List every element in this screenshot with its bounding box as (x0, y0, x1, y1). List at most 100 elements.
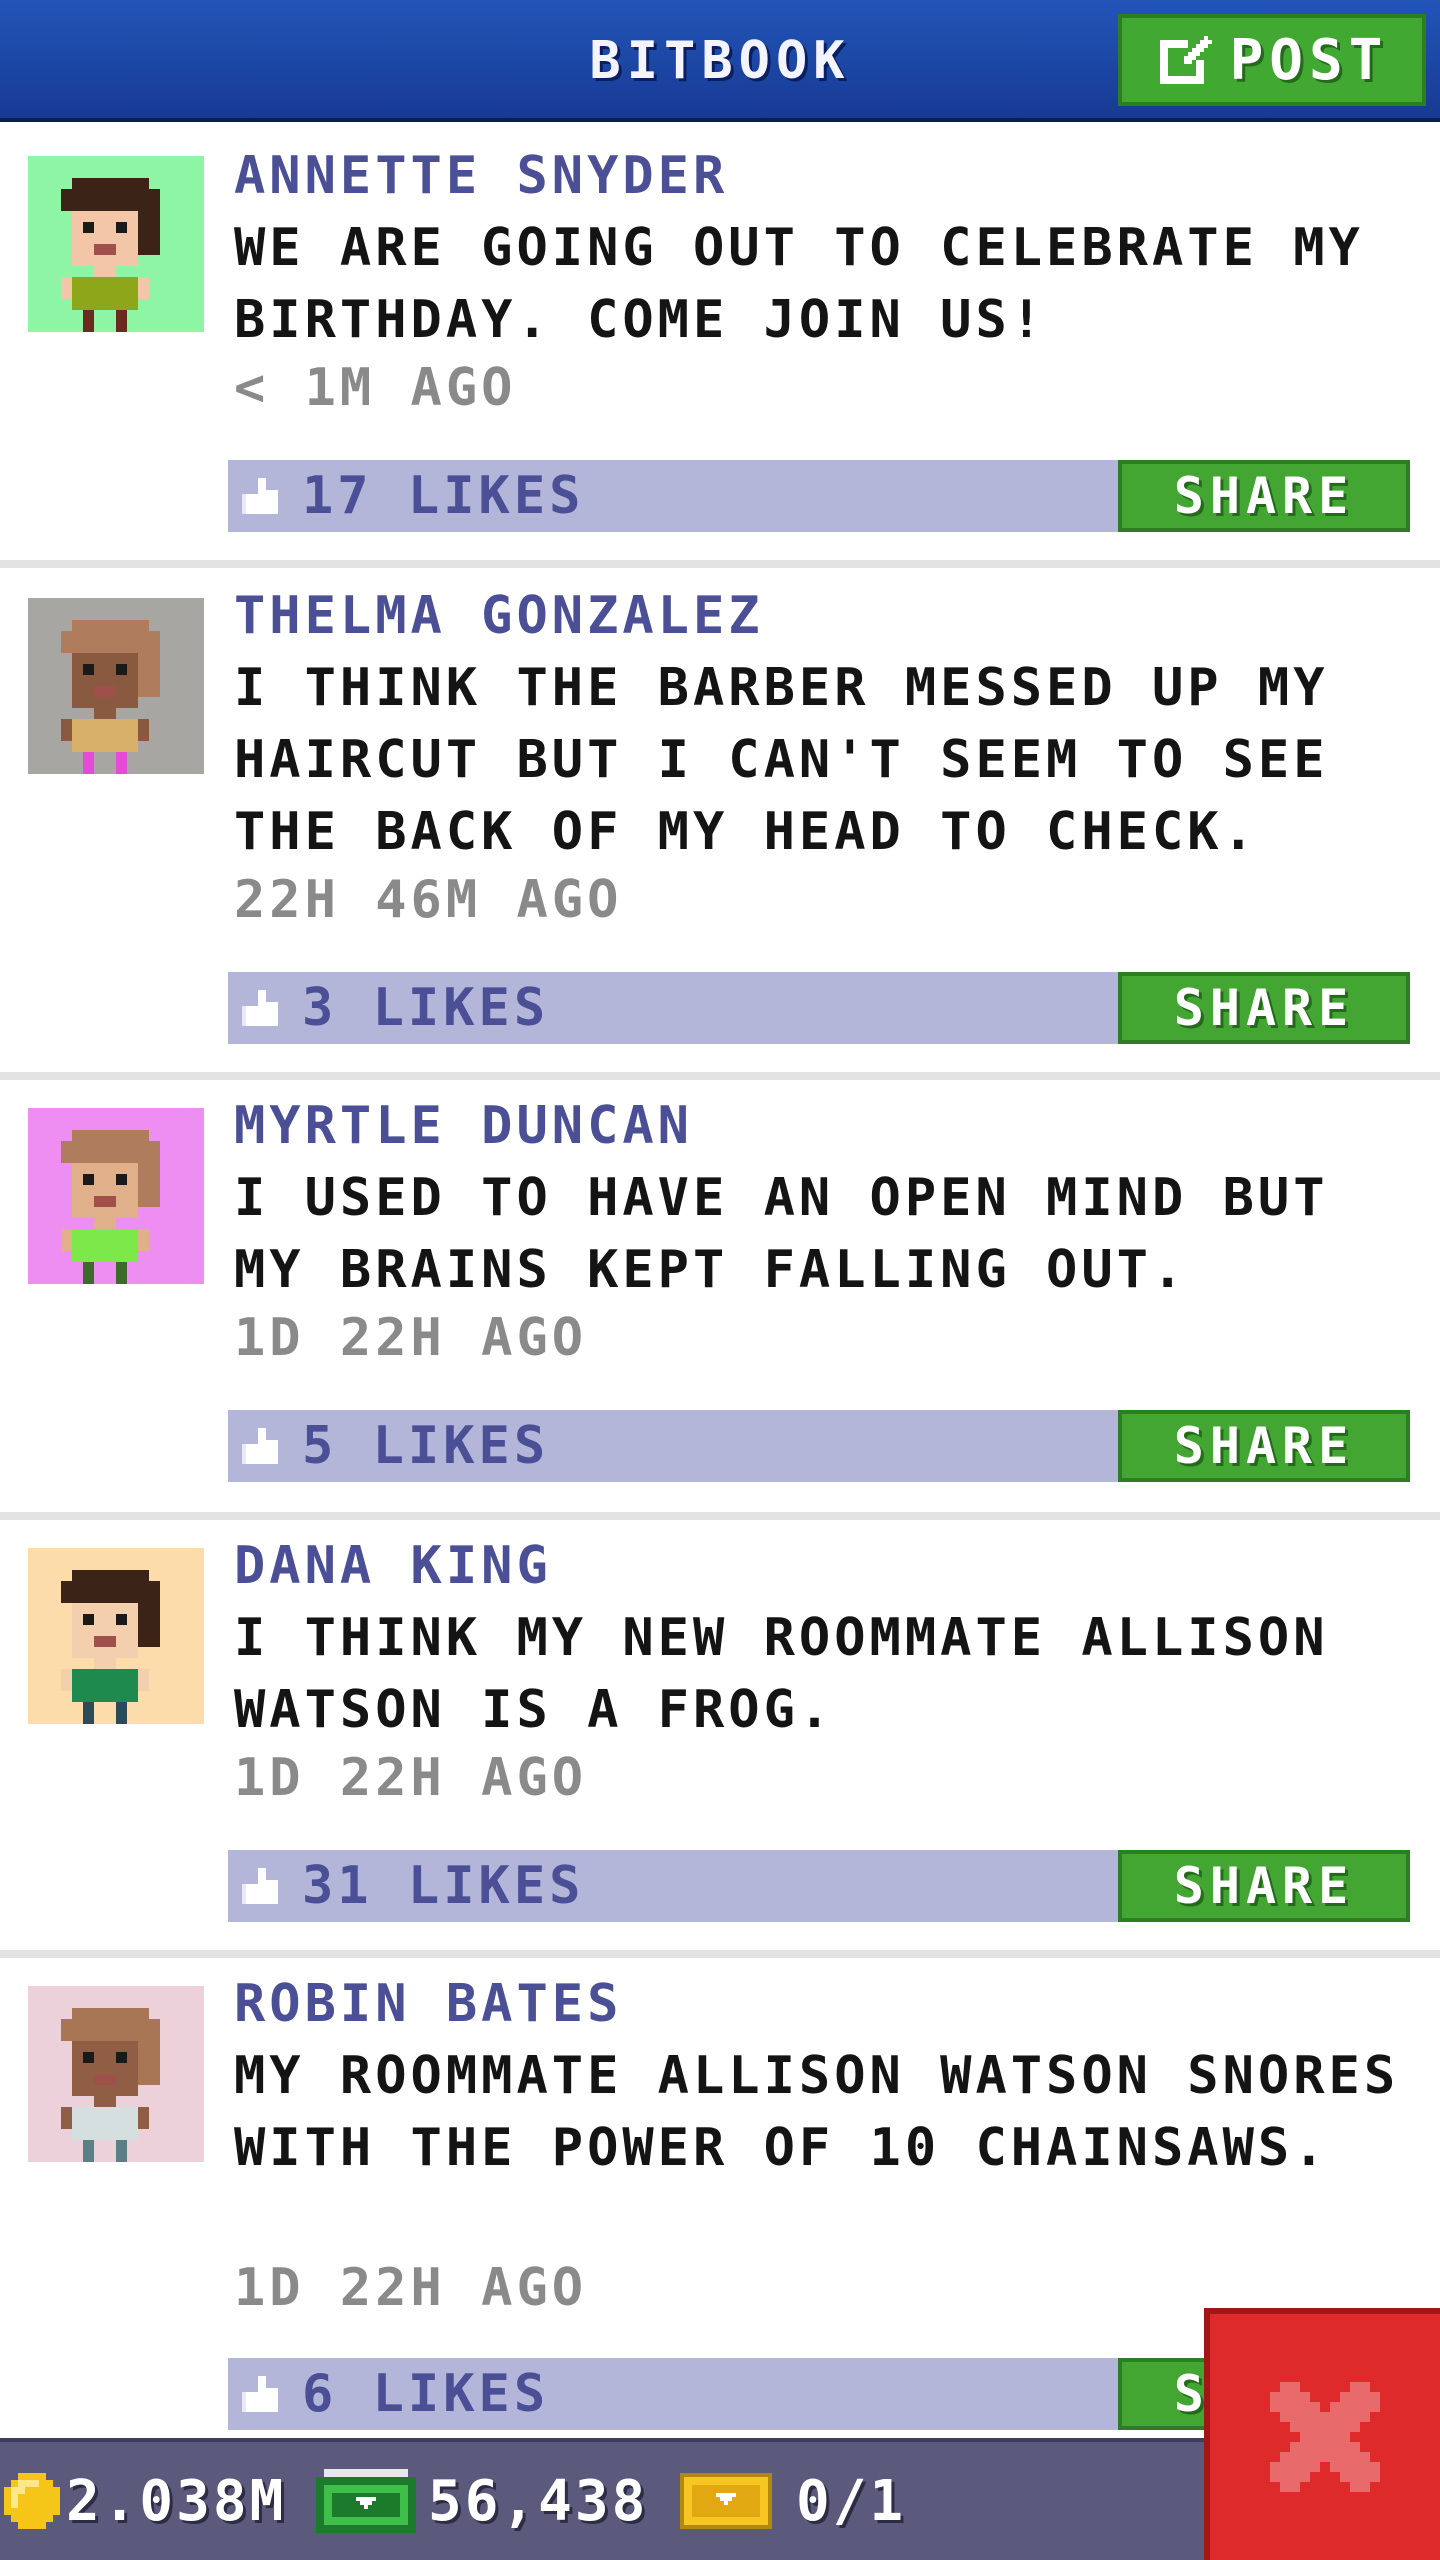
share-button[interactable]: SHARE (1118, 460, 1410, 532)
cash-icon (316, 2469, 416, 2533)
avatar-hair (72, 2008, 149, 2019)
feed-post: ANNETTE SNYDER WE ARE GOING OUT TO CELEB… (0, 122, 1440, 560)
avatar-arm (61, 1669, 72, 1691)
avatar-leg (116, 1702, 127, 1724)
share-button[interactable]: SHARE (1118, 1410, 1410, 1482)
feed-post: DANA KING I THINK MY NEW ROOMMATE ALLISO… (0, 1520, 1440, 1950)
avatar-eye (83, 222, 94, 233)
cash-stat: 56,438 (316, 2442, 648, 2560)
avatar-hair (138, 1603, 160, 1647)
avatar-eye (83, 1614, 94, 1625)
avatar-arm (61, 277, 72, 299)
post-button[interactable]: POST (1118, 14, 1426, 106)
avatar-mouth (94, 2074, 116, 2085)
post-author[interactable]: DANA KING (234, 1536, 552, 1596)
share-button[interactable]: SHARE (1118, 972, 1410, 1044)
post-divider (0, 560, 1440, 568)
ticket-icon (680, 2473, 772, 2529)
avatar-eye (83, 664, 94, 675)
avatar-neck (94, 266, 116, 277)
likes-count: 6 LIKES (302, 2364, 550, 2424)
tickets-stat: 0/1 (680, 2442, 906, 2560)
post-time: 1D 22H AGO (234, 1308, 588, 1368)
thumbs-up-icon[interactable] (242, 2376, 282, 2412)
avatar-hair (138, 211, 160, 255)
avatar-face (72, 653, 138, 708)
feed-post: MYRTLE DUNCAN I USED TO HAVE AN OPEN MIN… (0, 1080, 1440, 1512)
thumbs-up-icon[interactable] (242, 990, 282, 1026)
share-button[interactable]: SHARE (1118, 1850, 1410, 1922)
avatar-mouth (94, 1636, 116, 1647)
avatar-arm (138, 277, 149, 299)
avatar-mouth (94, 1196, 116, 1207)
thumbs-up-icon[interactable] (242, 1868, 282, 1904)
likes-count: 5 LIKES (302, 1416, 550, 1476)
avatar-hair (138, 653, 160, 697)
avatar-hair (72, 1570, 149, 1581)
avatar-shirt (72, 277, 138, 310)
avatar-hair (72, 178, 149, 189)
avatar-eye (116, 1614, 127, 1625)
avatar-neck (94, 1658, 116, 1669)
avatar-image (28, 1548, 204, 1724)
avatar-mouth (94, 244, 116, 255)
avatar-leg (83, 752, 94, 774)
likes-bar: 17 LIKES SHARE (228, 460, 1410, 532)
post-time: 22H 46M AGO (234, 870, 623, 930)
avatar-neck (94, 708, 116, 719)
likes-count: 3 LIKES (302, 978, 550, 1038)
post-button-label: POST (1229, 27, 1389, 93)
post-author[interactable]: ANNETTE SNYDER (234, 146, 728, 206)
avatar (28, 1986, 204, 2162)
post-divider (0, 1950, 1440, 1958)
compose-icon (1159, 36, 1212, 84)
post-divider (0, 1512, 1440, 1520)
cash-value: 56,438 (428, 2468, 649, 2534)
avatar-face (72, 2041, 138, 2096)
tickets-value: 0/1 (796, 2468, 907, 2534)
coins-value: 2.038M (66, 2468, 287, 2534)
avatar-eye (116, 222, 127, 233)
avatar-eye (83, 2052, 94, 2063)
avatar-leg (83, 2140, 94, 2162)
post-message: I USED TO HAVE AN OPEN MIND BUT MY BRAIN… (234, 1168, 1329, 1300)
avatar-neck (94, 2096, 116, 2107)
avatar-face (72, 1163, 138, 1218)
avatar-hair (61, 1141, 160, 1163)
post-message: I THINK THE BARBER MESSED UP MY HAIRCUT … (234, 658, 1329, 862)
avatar (28, 1548, 204, 1724)
avatar-eye (116, 2052, 127, 2063)
avatar-face (72, 1603, 138, 1658)
avatar-hair (61, 631, 160, 653)
avatar-shirt (72, 1669, 138, 1702)
avatar-shirt (72, 2107, 138, 2140)
close-button[interactable] (1204, 2308, 1440, 2560)
avatar-arm (61, 2107, 72, 2129)
avatar-arm (61, 719, 72, 741)
avatar-leg (83, 1262, 94, 1284)
avatar-eye (83, 1174, 94, 1185)
avatar-leg (116, 1262, 127, 1284)
avatar (28, 156, 204, 332)
post-message: MY ROOMMATE ALLISON WATSON SNORES WITH T… (234, 2046, 1400, 2178)
avatar-image (28, 1108, 204, 1284)
avatar-image (28, 156, 204, 332)
likes-bar: 3 LIKES SHARE (228, 972, 1410, 1044)
thumbs-up-icon[interactable] (242, 1428, 282, 1464)
avatar-hair (138, 1163, 160, 1207)
post-author[interactable]: THELMA GONZALEZ (234, 586, 764, 646)
avatar-neck (94, 1218, 116, 1229)
post-author[interactable]: MYRTLE DUNCAN (234, 1096, 693, 1156)
feed-post: THELMA GONZALEZ I THINK THE BARBER MESSE… (0, 568, 1440, 1072)
post-time: < 1M AGO (234, 358, 517, 418)
close-icon (1270, 2382, 1380, 2492)
avatar-leg (83, 310, 94, 332)
avatar-face (72, 211, 138, 266)
post-divider (0, 1072, 1440, 1080)
post-author[interactable]: ROBIN BATES (234, 1974, 622, 2034)
coins-stat: 2.038M (4, 2442, 286, 2560)
avatar-hair (138, 2041, 160, 2085)
likes-count: 17 LIKES (302, 466, 585, 526)
thumbs-up-icon[interactable] (242, 478, 282, 514)
avatar-leg (116, 2140, 127, 2162)
